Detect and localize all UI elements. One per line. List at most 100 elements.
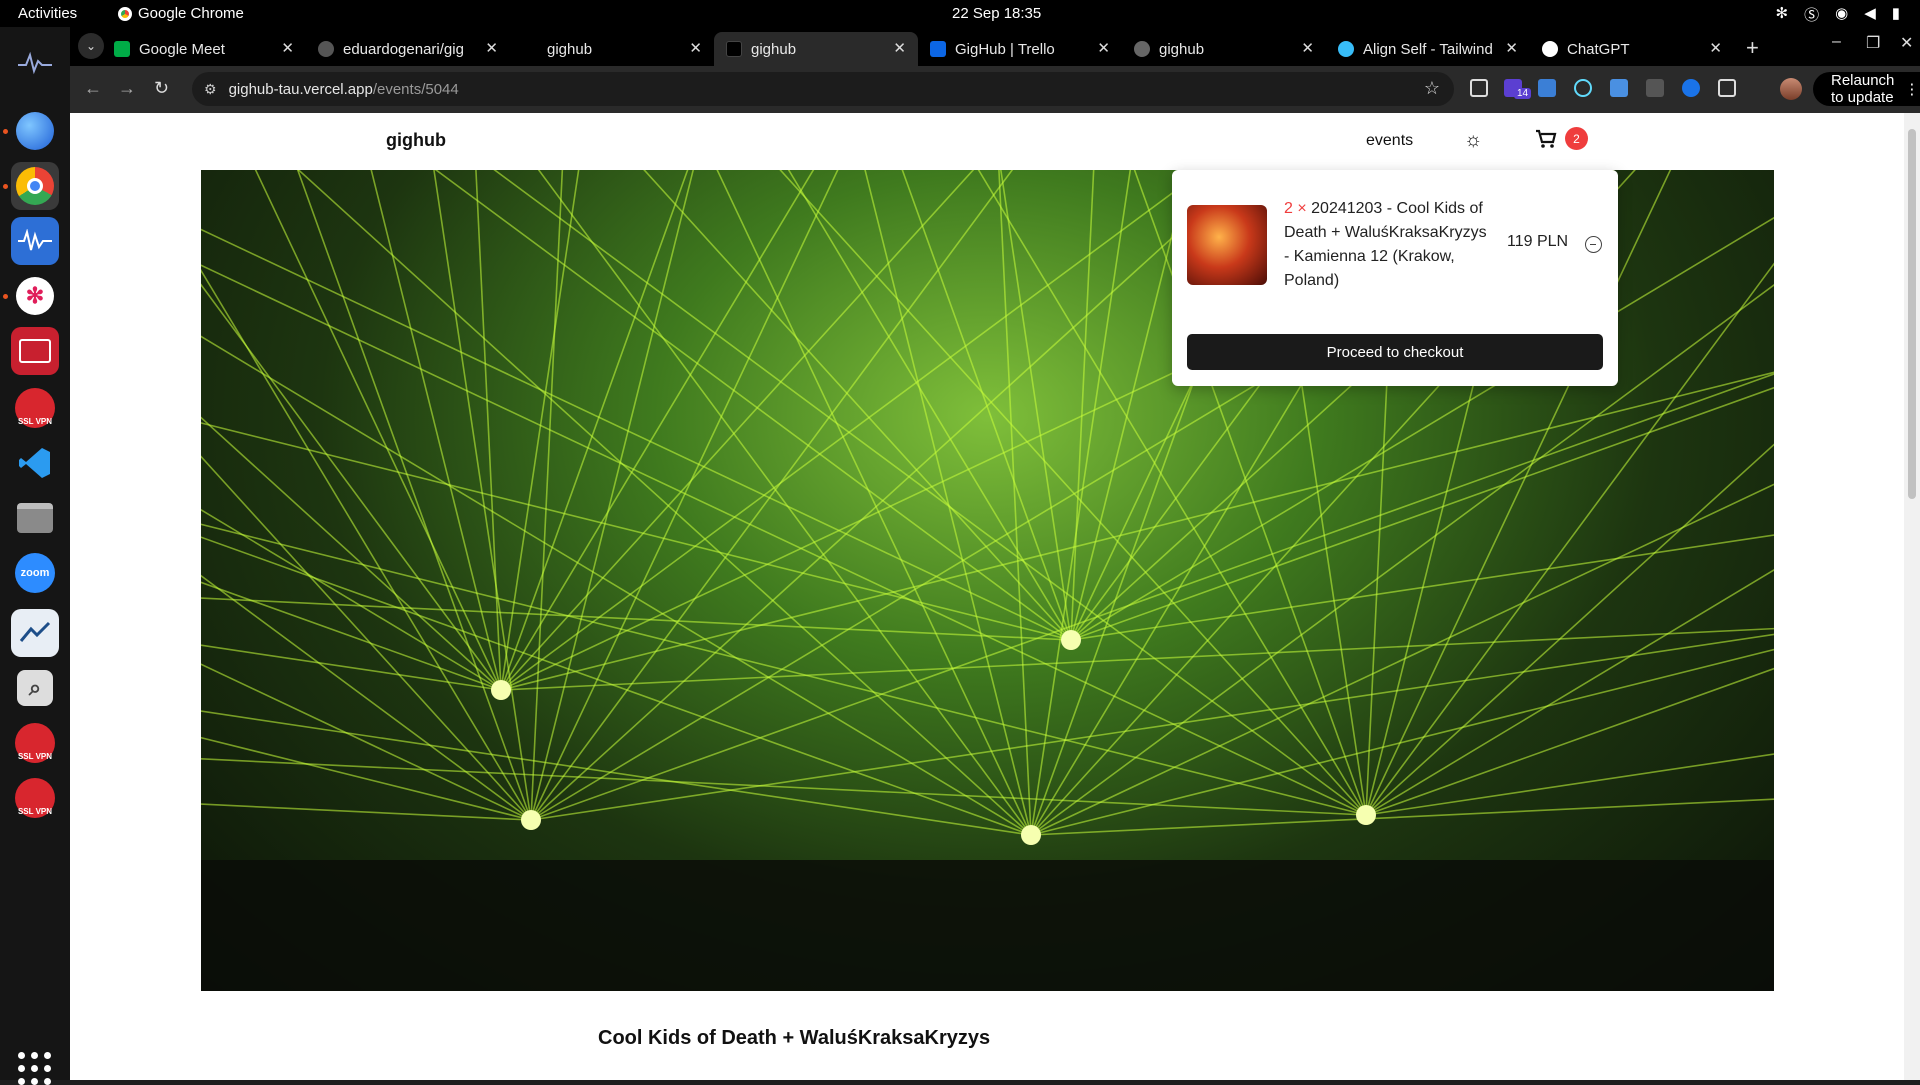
tab-close-icon[interactable]: ✕ (281, 39, 294, 57)
ssl-vpn-icon[interactable]: SSL VPN (11, 384, 59, 432)
app-menu[interactable]: Google Chrome (118, 5, 244, 22)
tab-gighub-1[interactable]: gighub ✕ (510, 32, 714, 66)
tab-close-icon[interactable]: ✕ (1301, 39, 1314, 57)
bookmark-star-icon[interactable]: ☆ (1424, 78, 1440, 99)
tab-close-icon[interactable]: ✕ (689, 39, 702, 57)
tab-close-icon[interactable]: ✕ (1709, 39, 1722, 57)
volume-icon[interactable]: ◀ (1864, 4, 1876, 25)
site-logo[interactable]: gighub (386, 130, 446, 151)
cart-item-thumbnail (1187, 205, 1267, 285)
blue-extension-icon[interactable] (1682, 79, 1700, 97)
event-title: Cool Kids of Death + WaluśKraksaKryzys (598, 1027, 991, 1049)
chatgpt-favicon-icon (1542, 41, 1558, 57)
cart-item-price: 119 PLN (1507, 233, 1569, 250)
ssl-vpn-icon-3[interactable]: SSL VPN (11, 774, 59, 822)
dock: ✻ SSL VPN zoom ⌕ SSL VPN SSL VPN (0, 27, 70, 1085)
tab-search-chevron-icon[interactable]: ⌄ (78, 33, 104, 59)
kebab-menu-icon[interactable]: ⋮ (1904, 80, 1919, 98)
address-bar[interactable]: ⚙ gighub-tau.vercel.app/events/5044 ☆ (192, 72, 1454, 106)
tab-close-icon[interactable]: ✕ (893, 39, 906, 57)
laser-beam (201, 803, 532, 821)
battery-icon[interactable]: ▮ (1892, 4, 1900, 25)
waveform-app-icon[interactable] (11, 217, 59, 265)
forward-icon[interactable]: → (118, 78, 136, 99)
site-info-icon[interactable]: ⚙ (204, 81, 217, 98)
thunderbird-icon[interactable] (11, 107, 59, 155)
ssl-vpn-icon-2[interactable]: SSL VPN (11, 719, 59, 767)
laser-beam (530, 170, 839, 821)
skype-tray-icon[interactable]: Ⓢ (1804, 4, 1819, 25)
tab-tailwind[interactable]: Align Self - Tailwind ✕ (1326, 32, 1530, 66)
terminal-app-icon[interactable] (11, 327, 59, 375)
chrome-dock-icon[interactable] (11, 162, 59, 210)
slack-icon[interactable]: ✻ (11, 272, 59, 320)
laser-beam (500, 170, 580, 691)
show-apps-icon[interactable] (18, 1052, 51, 1085)
vscode-icon[interactable] (11, 439, 59, 487)
scrollbar-thumb[interactable] (1908, 129, 1916, 499)
laser-source-glow (1356, 805, 1376, 825)
tab-gighub-2[interactable]: gighub ✕ (1122, 32, 1326, 66)
docs-extension-icon[interactable] (1610, 79, 1628, 97)
tab-google-meet[interactable]: Google Meet ✕ (102, 32, 306, 66)
puzzle-extensions-icon[interactable] (1718, 79, 1736, 97)
sun-theme-toggle-icon[interactable]: ☼ (1464, 129, 1482, 152)
laser-beam (500, 170, 815, 691)
profile-avatar[interactable] (1780, 78, 1802, 100)
extension-icon[interactable] (1646, 79, 1664, 97)
tab-close-icon[interactable]: ✕ (485, 39, 498, 57)
tab-chatgpt[interactable]: ChatGPT ✕ (1530, 32, 1734, 66)
browser-toolbar: ← → ↻ ⚙ gighub-tau.vercel.app/events/504… (70, 66, 1920, 113)
wifi-icon[interactable]: ◉ (1835, 4, 1848, 25)
back-icon[interactable]: ← (84, 78, 102, 99)
remmina-icon[interactable] (11, 609, 59, 657)
gighub-favicon-icon (726, 41, 742, 57)
nav-events-link[interactable]: events (1366, 132, 1413, 150)
activities-button[interactable]: Activities (18, 5, 77, 22)
laser-beam (787, 170, 1072, 641)
cart-popover: 2 × 20241203 - Cool Kids of Death + Walu… (1172, 170, 1618, 386)
grid-extension-icon[interactable] (1538, 79, 1556, 97)
tab-gighub-active[interactable]: gighub ✕ (714, 32, 918, 66)
cart-item-quantity: 2 × (1284, 200, 1307, 217)
files-icon[interactable] (11, 494, 59, 542)
system-monitor-icon[interactable] (11, 39, 59, 87)
maximize-icon[interactable]: ❐ (1866, 33, 1880, 53)
slack-tray-icon[interactable]: ✻ (1776, 4, 1789, 25)
zoom-icon[interactable]: zoom (11, 549, 59, 597)
page-scrollbar[interactable] (1904, 113, 1920, 1080)
search-app-icon[interactable]: ⌕ (11, 664, 59, 712)
tab-close-icon[interactable]: ✕ (1097, 39, 1110, 57)
laser-source-glow (491, 680, 511, 700)
minimize-icon[interactable]: – (1832, 33, 1841, 51)
tab-trello[interactable]: GigHub | Trello ✕ (918, 32, 1122, 66)
qr-extension-icon[interactable] (1470, 79, 1488, 97)
laser-beam (537, 170, 1032, 836)
laser-beam (201, 269, 532, 821)
laser-beam (1000, 170, 1072, 641)
cart-button[interactable]: 2 (1535, 127, 1588, 150)
close-window-icon[interactable]: ✕ (1900, 33, 1913, 53)
running-indicator (3, 129, 8, 134)
clock[interactable]: 22 Sep 18:35 (952, 5, 1041, 22)
remove-item-icon[interactable] (1585, 236, 1602, 253)
chrome-icon (118, 6, 132, 21)
tab-github[interactable]: eduardogenari/gig ✕ (306, 32, 510, 66)
tab-close-icon[interactable]: ✕ (1505, 39, 1518, 57)
url-text[interactable]: gighub-tau.vercel.app/events/5044 (229, 81, 459, 98)
laser-beam (643, 170, 1072, 641)
laser-beam (201, 335, 1032, 836)
reload-icon[interactable]: ↻ (154, 78, 169, 99)
crowd-silhouette (201, 860, 1774, 991)
laser-beam (201, 228, 1072, 641)
laser-beam (201, 574, 532, 821)
proceed-to-checkout-button[interactable]: Proceed to checkout (1187, 334, 1603, 370)
relaunch-button[interactable]: Relaunch to update ⋮ (1813, 72, 1920, 106)
github-favicon-icon (318, 41, 334, 57)
cart-item-description: 2 × 20241203 - Cool Kids of Death + Walu… (1284, 197, 1494, 293)
laser-beam (297, 170, 1032, 836)
laser-beam (201, 710, 1032, 836)
new-tab-icon[interactable]: + (1746, 35, 1759, 61)
react-devtools-icon[interactable] (1574, 79, 1592, 97)
system-tray[interactable]: ✻ Ⓢ ◉ ◀ ▮ (1776, 4, 1901, 25)
